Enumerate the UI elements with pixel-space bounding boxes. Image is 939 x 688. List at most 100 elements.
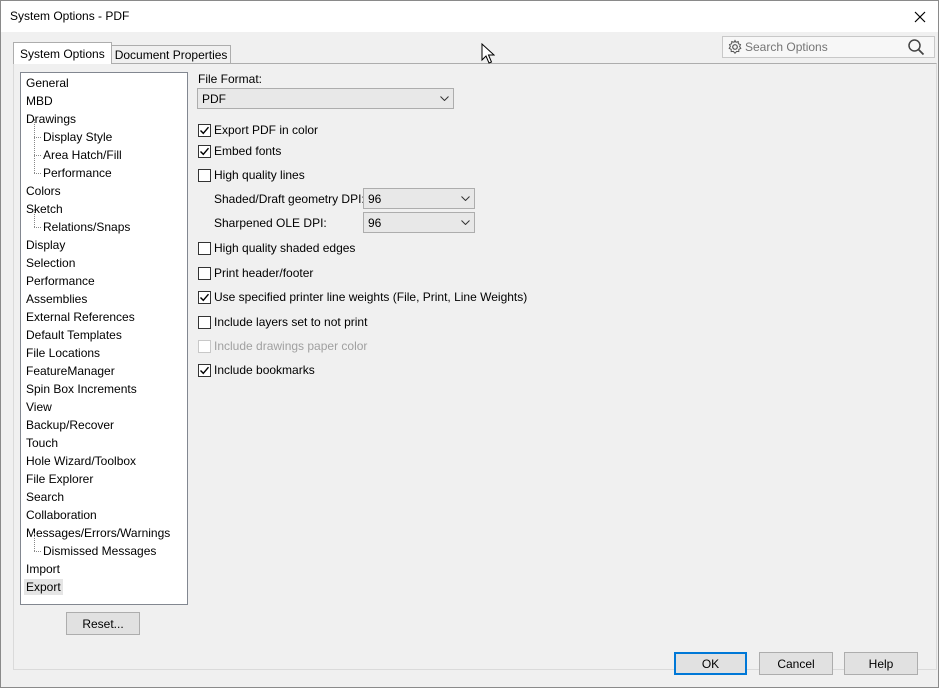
close-button[interactable] [906, 3, 934, 30]
checkmark-icon [200, 126, 210, 134]
tree-item-label: FeatureManager [26, 364, 115, 378]
tree-item[interactable]: View [21, 398, 187, 416]
tree-item-label: Import [26, 562, 61, 576]
paper-color-checkbox [198, 339, 211, 353]
printer-weights-label: Use specified printer line weights (File… [214, 290, 528, 304]
tree-item[interactable]: Drawings [21, 110, 187, 128]
high-quality-lines-checkbox[interactable] [198, 168, 211, 182]
tree-item-label: Search [26, 490, 65, 504]
tree-item[interactable]: Sketch [21, 200, 187, 218]
print-header-label: Print header/footer [214, 266, 314, 280]
embed-fonts-checkbox[interactable] [198, 144, 211, 158]
export-color-option[interactable]: Export PDF in color [198, 122, 318, 138]
tree-item[interactable]: Backup/Recover [21, 416, 187, 434]
cancel-button[interactable]: Cancel [759, 652, 833, 675]
tree-item[interactable]: Area Hatch/Fill [21, 137, 187, 164]
printer-weights-checkbox[interactable] [198, 290, 211, 304]
tree-item-label: File Locations [26, 346, 101, 360]
export-color-checkbox[interactable] [198, 123, 211, 137]
tree-item[interactable]: Performance [21, 272, 187, 290]
tree-item[interactable]: Default Templates [21, 326, 187, 344]
export-pdf-settings: File Format: PDF Export PDF in color Emb… [197, 64, 927, 664]
tree-item-label: Selection [26, 256, 76, 270]
tree-item[interactable]: File Locations [21, 344, 187, 362]
ok-button[interactable]: OK [674, 652, 747, 675]
options-panel: General MBD Drawings Display Style Area Hatc… [13, 63, 937, 670]
tree-item-label: MBD [26, 94, 53, 108]
tree-item-label: Dismissed Messages [43, 544, 157, 558]
reset-button[interactable]: Reset... [66, 612, 140, 635]
tree-item-label: Hole Wizard/Toolbox [26, 454, 137, 468]
print-header-checkbox[interactable] [198, 266, 211, 280]
paper-color-label: Include drawings paper color [214, 339, 368, 353]
search-box[interactable] [722, 36, 935, 58]
file-format-dropdown[interactable]: PDF [197, 88, 454, 109]
search-input[interactable] [745, 38, 905, 56]
tree-item[interactable]: File Explorer [21, 470, 187, 488]
file-format-value: PDF [202, 91, 226, 106]
tree-item[interactable]: Performance [21, 155, 187, 182]
tab-system-options[interactable]: System Options [13, 42, 112, 64]
tab-document-properties[interactable]: Document Properties [110, 45, 232, 64]
tree-item[interactable]: External References [21, 308, 187, 326]
tree-item[interactable]: Search [21, 488, 187, 506]
tree-item[interactable]: Dismissed Messages [21, 533, 187, 560]
dialog-body: System Options Document Properties Gener… [1, 32, 938, 687]
tree-item[interactable]: Messages/Errors/Warnings [21, 524, 187, 542]
checkmark-icon [200, 366, 210, 374]
chevron-down-icon [435, 89, 453, 108]
ole-dpi-value: 96 [368, 215, 382, 230]
embed-fonts-option[interactable]: Embed fonts [198, 143, 281, 159]
tree-item-label: Default Templates [26, 328, 122, 342]
tree-item[interactable]: General [21, 74, 187, 92]
checkmark-icon [200, 293, 210, 301]
tree-item[interactable]: Spin Box Increments [21, 380, 187, 398]
gear-icon[interactable] [725, 37, 745, 57]
tree-item-label: Messages/Errors/Warnings [26, 526, 171, 540]
options-tree[interactable]: General MBD Drawings Display Style Area Hatc… [20, 72, 188, 605]
high-quality-edges-option[interactable]: High quality shaded edges [198, 240, 355, 256]
close-icon [914, 11, 926, 22]
include-layers-checkbox[interactable] [198, 315, 211, 329]
tree-item[interactable]: Colors [21, 182, 187, 200]
export-color-label: Export PDF in color [214, 123, 319, 137]
system-options-dialog: System Options - PDF System Options Docu… [0, 0, 939, 688]
tab-strip: System Options Document Properties [13, 42, 232, 64]
printer-weights-option[interactable]: Use specified printer line weights (File… [198, 289, 527, 305]
paper-color-option: Include drawings paper color [198, 338, 367, 354]
tree-item-label: Display [26, 238, 66, 252]
tree-item[interactable]: Assemblies [21, 290, 187, 308]
tree-item-label: Display Style [43, 130, 113, 144]
shaded-dpi-dropdown[interactable]: 96 [363, 188, 475, 209]
tree-item[interactable]: MBD [21, 92, 187, 110]
tree-item[interactable]: Display Style [21, 119, 187, 146]
chevron-down-icon [456, 213, 474, 232]
high-quality-edges-checkbox[interactable] [198, 241, 211, 255]
tree-item-label: Spin Box Increments [26, 382, 137, 396]
tree-item-label: Touch [26, 436, 59, 450]
tree-item-label: View [26, 400, 52, 414]
shaded-dpi-label: Shaded/Draft geometry DPI: [214, 192, 365, 206]
print-header-option[interactable]: Print header/footer [198, 265, 313, 281]
tree-item[interactable]: Import [21, 560, 187, 578]
tree-item[interactable]: Relations/Snaps [21, 209, 187, 236]
tree-item[interactable]: Touch [21, 434, 187, 452]
include-layers-option[interactable]: Include layers set to not print [198, 314, 367, 330]
bookmarks-checkbox[interactable] [198, 363, 211, 377]
search-icon[interactable] [905, 37, 927, 57]
tree-item[interactable]: Hole Wizard/Toolbox [21, 452, 187, 470]
help-button[interactable]: Help [844, 652, 918, 675]
tree-item[interactable]: Display [21, 236, 187, 254]
tree-item-label: Area Hatch/Fill [43, 148, 122, 162]
tree-item-label: Relations/Snaps [43, 220, 131, 234]
tree-item[interactable]: Export [21, 578, 187, 596]
tree-item[interactable]: Collaboration [21, 506, 187, 524]
bookmarks-option[interactable]: Include bookmarks [198, 362, 315, 378]
tree-item-label: Backup/Recover [26, 418, 115, 432]
tree-item[interactable]: Selection [21, 254, 187, 272]
tree-item-label: Export [24, 579, 63, 595]
high-quality-lines-option[interactable]: High quality lines [198, 167, 305, 183]
tree-item[interactable]: FeatureManager [21, 362, 187, 380]
mouse-cursor-icon [481, 43, 495, 64]
ole-dpi-dropdown[interactable]: 96 [363, 212, 475, 233]
